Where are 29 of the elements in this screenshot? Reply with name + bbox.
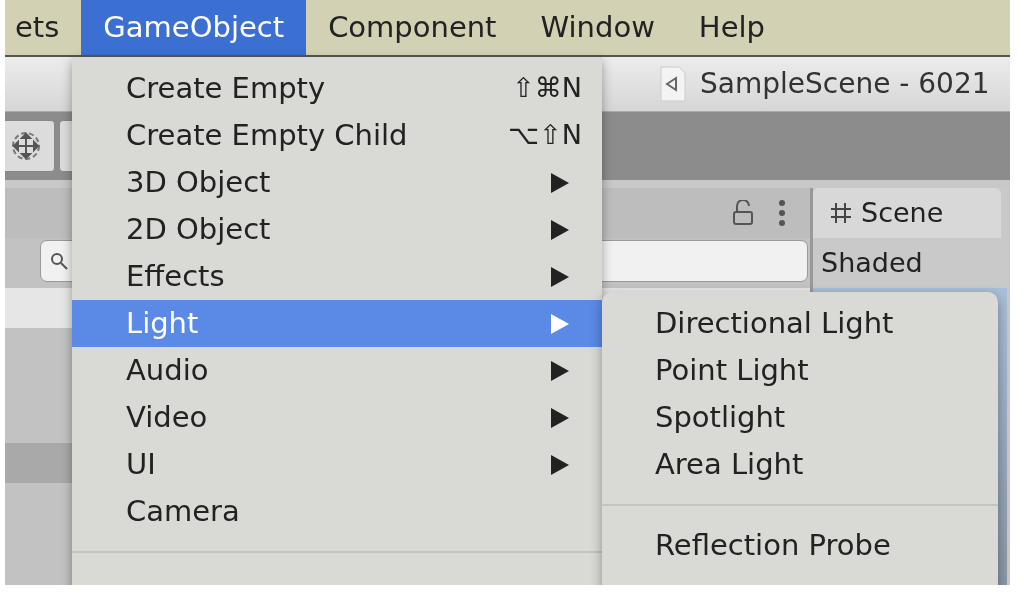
menu-item[interactable]: Reflection Probe [655,523,891,568]
more-icon [778,199,786,227]
window-title: SampleScene - 6021 [700,66,990,102]
menu-bar-item[interactable]: Window [518,0,677,55]
menu-item[interactable]: Point Light [655,348,809,393]
move-icon [9,129,43,163]
document-icon [660,66,686,102]
menu-item[interactable]: 2D Object [72,206,602,253]
lock-icon [732,200,754,226]
menu-bar-item[interactable]: ets [5,0,82,55]
menu-bar-item[interactable]: GameObject [81,0,307,55]
menu-item[interactable]: Audio [72,347,602,394]
shading-mode-dropdown[interactable]: Shaded [821,242,923,284]
shortcut-label: ⇧⌘N [512,71,582,106]
menu-item[interactable]: Spotlight [655,395,786,440]
grid-icon [829,201,853,225]
menu-item[interactable]: UI [72,441,602,488]
menu-item[interactable]: Area Light [655,442,804,487]
menu-item[interactable]: Camera [72,488,602,535]
move-tool-button[interactable] [5,120,55,172]
menu-bar-item[interactable]: Component [306,0,519,55]
menu-item[interactable]: 3D Object [72,159,602,206]
menu-item[interactable]: Video [72,394,602,441]
menu-item[interactable]: Effects [72,253,602,300]
menu-bar-item[interactable]: Help [676,0,787,55]
shortcut-label: ⌥⇧N [508,118,582,153]
menu-item[interactable]: Directional Light [655,301,894,346]
menu-item[interactable]: Create Empty ⇧⌘N [72,65,602,112]
scene-tab[interactable]: Scene [813,188,1001,238]
